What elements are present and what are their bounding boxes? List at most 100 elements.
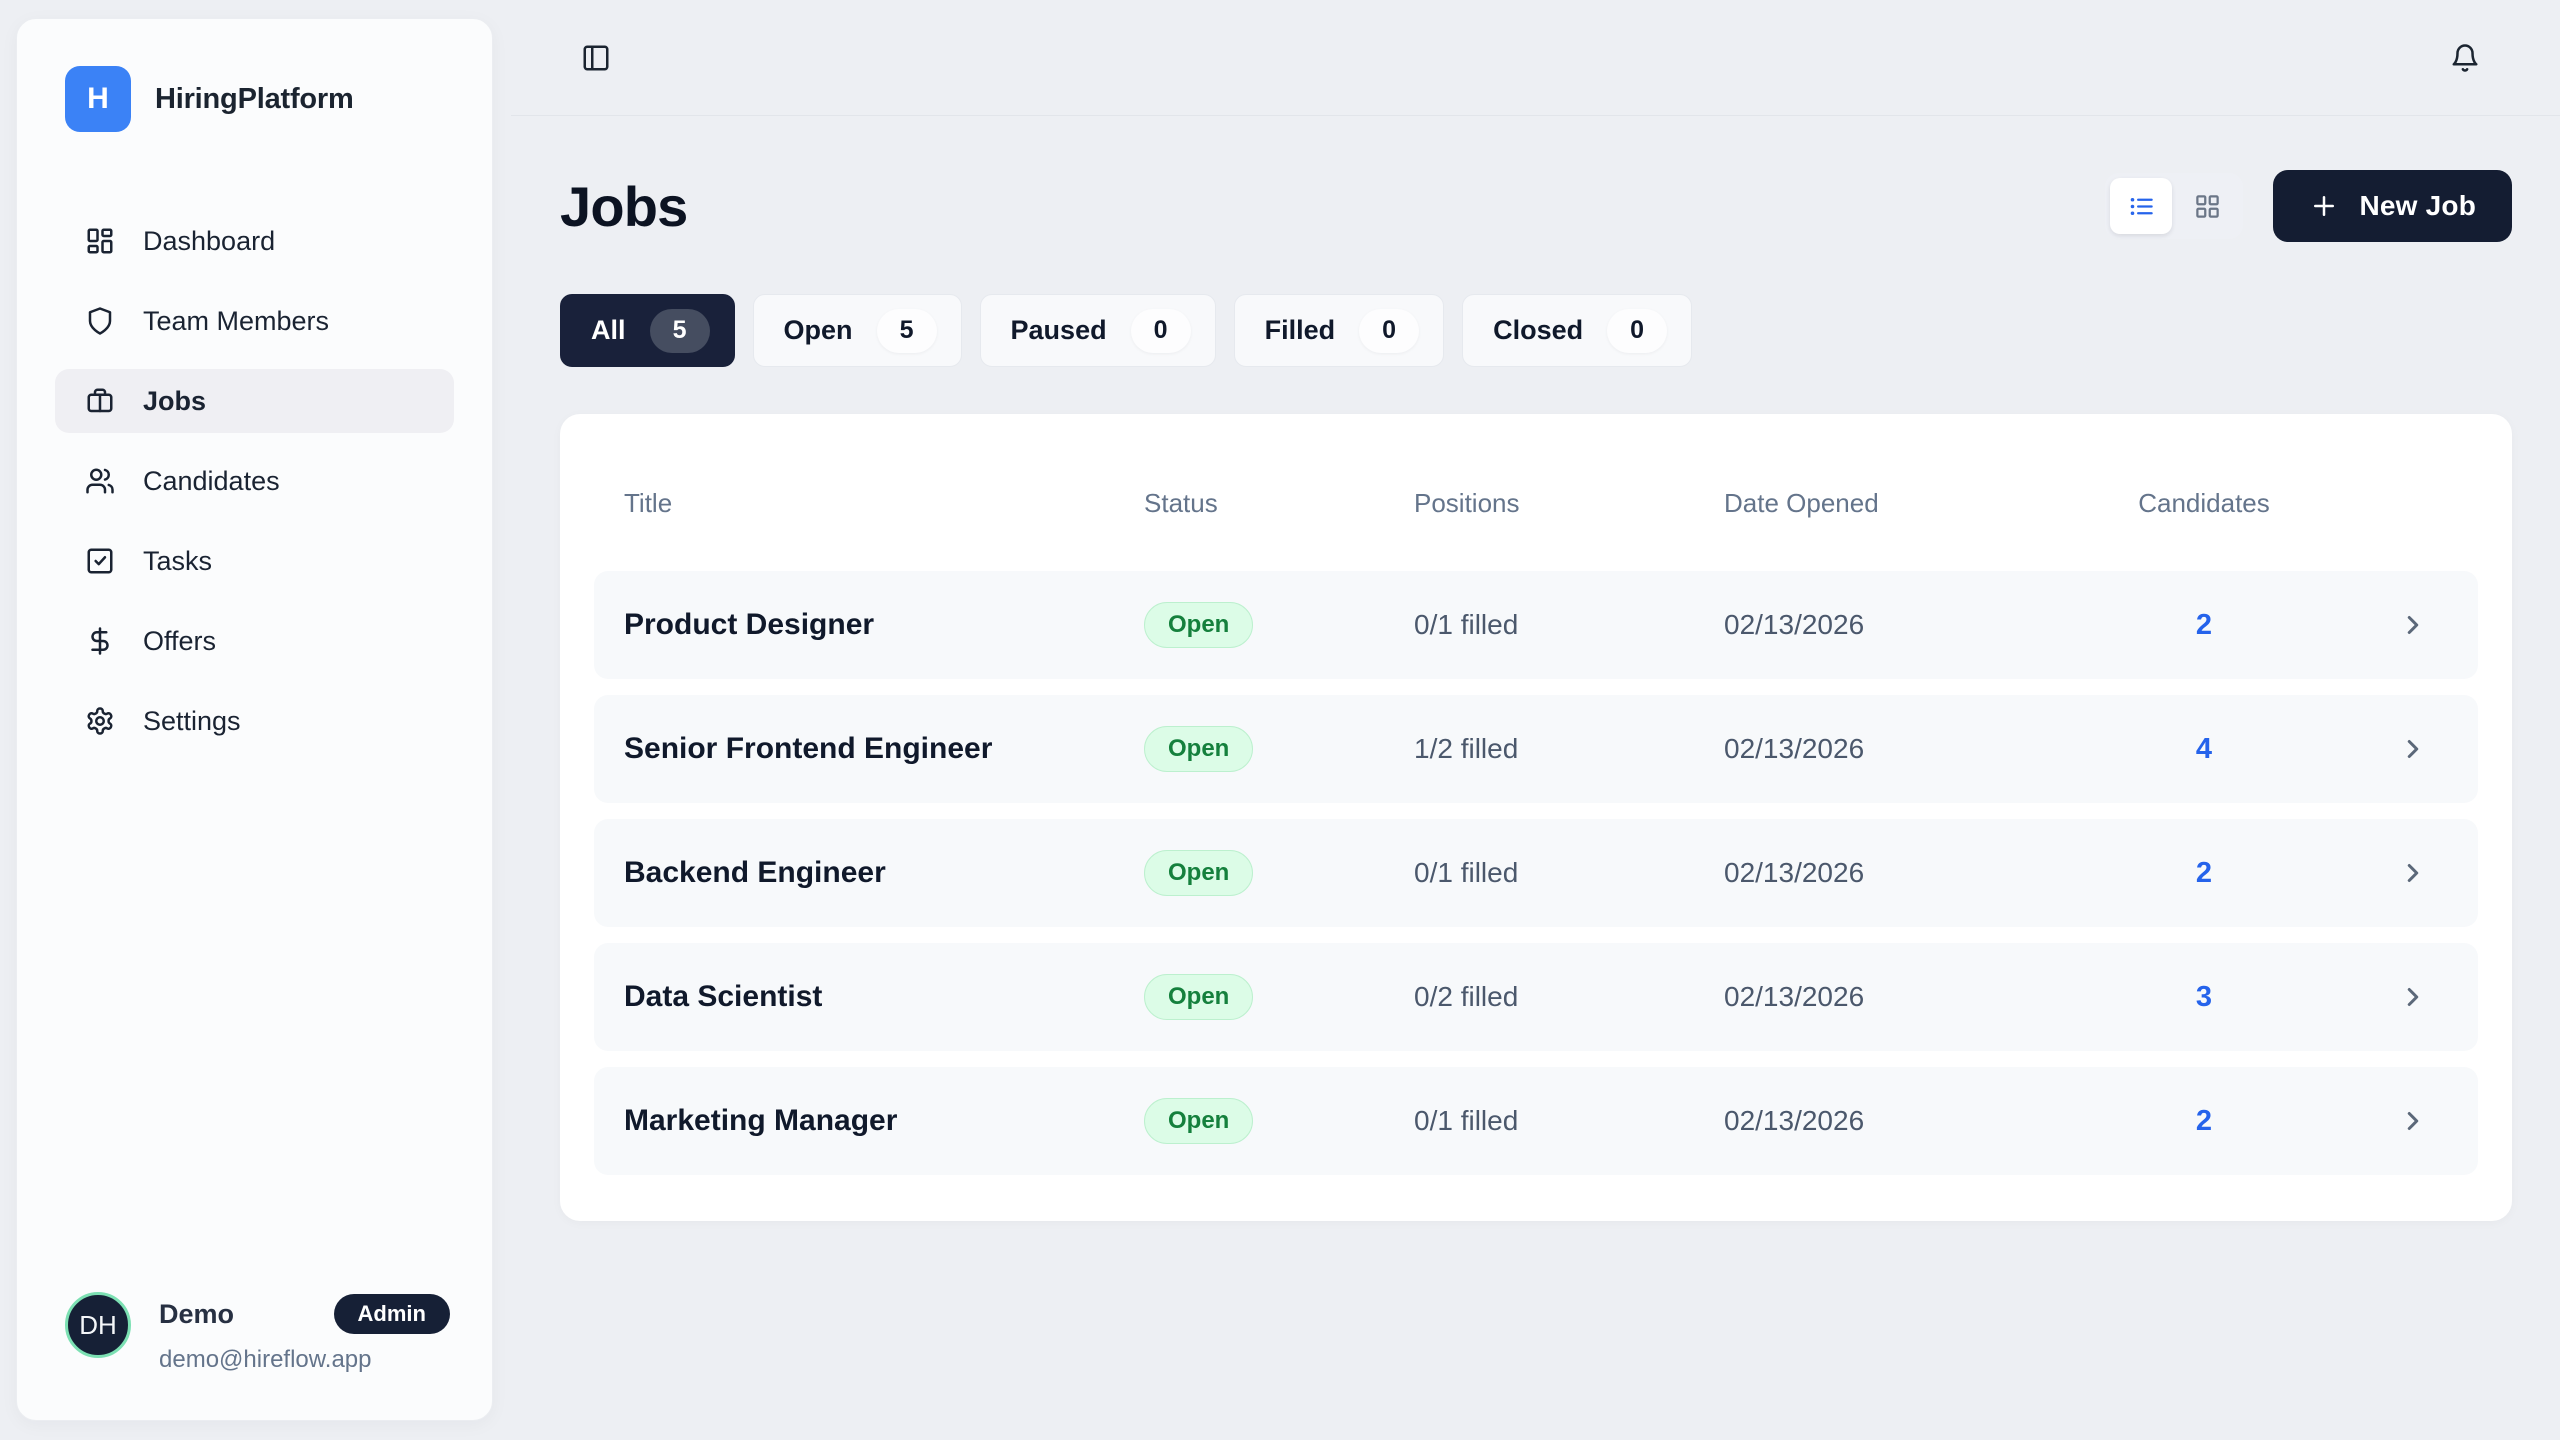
user-name: Demo: [159, 1299, 234, 1330]
status-badge: Open: [1144, 974, 1253, 1020]
job-title: Backend Engineer: [624, 856, 1144, 890]
sidebar-item-candidates[interactable]: Candidates: [55, 449, 454, 513]
candidates-count: 4: [2124, 733, 2284, 766]
job-title: Product Designer: [624, 608, 1144, 642]
grid-view-icon: [2194, 193, 2221, 220]
filter-tabs: All 5 Open 5 Paused 0 Filled 0 Closed 0: [560, 294, 2512, 367]
chevron-right-icon: [2398, 734, 2428, 764]
chevron-right-icon: [2398, 610, 2428, 640]
table-row[interactable]: Marketing Manager Open 0/1 filled 02/13/…: [594, 1067, 2478, 1175]
candidates-count: 2: [2124, 609, 2284, 642]
status-badge: Open: [1144, 602, 1253, 648]
chevron-right-icon: [2398, 1106, 2428, 1136]
candidates-count: 2: [2124, 857, 2284, 890]
table-header-row: Title Status Positions Date Opened Candi…: [594, 488, 2478, 519]
sidebar: H HiringPlatform Dashboard Team Members …: [16, 18, 493, 1421]
chevron-right-icon: [2398, 858, 2428, 888]
sidebar-item-label: Dashboard: [143, 226, 275, 257]
column-header-positions: Positions: [1414, 488, 1724, 519]
avatar: DH: [65, 1292, 131, 1358]
date-opened-cell: 02/13/2026: [1724, 857, 2124, 889]
new-job-label: New Job: [2359, 190, 2476, 222]
filter-label: Closed: [1493, 315, 1583, 346]
grid-view-button[interactable]: [2176, 178, 2238, 234]
filter-label: Filled: [1265, 315, 1336, 346]
notifications-button[interactable]: [2444, 37, 2486, 79]
column-header-title: Title: [624, 488, 1144, 519]
filter-tab-all[interactable]: All 5: [560, 294, 735, 367]
main-area: Jobs New Job All 5: [511, 0, 2560, 1440]
square-check-icon: [85, 546, 115, 576]
candidates-count: 2: [2124, 1105, 2284, 1138]
list-view-button[interactable]: [2110, 178, 2172, 234]
plus-icon: [2309, 191, 2339, 221]
candidates-count: 3: [2124, 981, 2284, 1014]
positions-cell: 0/1 filled: [1414, 1105, 1724, 1137]
brand: H HiringPlatform: [17, 61, 492, 137]
filter-tab-filled[interactable]: Filled 0: [1234, 294, 1445, 367]
filter-label: Paused: [1011, 315, 1107, 346]
sidebar-nav: Dashboard Team Members Jobs Candidates T…: [17, 209, 492, 753]
date-opened-cell: 02/13/2026: [1724, 1105, 2124, 1137]
filter-tab-open[interactable]: Open 5: [753, 294, 962, 367]
sidebar-item-label: Candidates: [143, 466, 280, 497]
user-section[interactable]: DH Demo Admin demo@hireflow.app: [65, 1292, 450, 1374]
bell-icon: [2450, 43, 2480, 73]
page-title: Jobs: [560, 174, 688, 239]
gear-icon: [85, 706, 115, 736]
column-header-candidates: Candidates: [2124, 488, 2284, 519]
table-row[interactable]: Data Scientist Open 0/2 filled 02/13/202…: [594, 943, 2478, 1051]
shield-icon: [85, 306, 115, 336]
filter-tab-closed[interactable]: Closed 0: [1462, 294, 1692, 367]
sidebar-toggle-button[interactable]: [575, 37, 617, 79]
table-row[interactable]: Senior Frontend Engineer Open 1/2 filled…: [594, 695, 2478, 803]
sidebar-item-label: Jobs: [143, 386, 206, 417]
sidebar-item-label: Offers: [143, 626, 216, 657]
status-badge: Open: [1144, 1098, 1253, 1144]
users-icon: [85, 466, 115, 496]
sidebar-item-label: Tasks: [143, 546, 212, 577]
app-logo: H: [65, 66, 131, 132]
positions-cell: 0/1 filled: [1414, 857, 1724, 889]
app-name: HiringPlatform: [155, 83, 354, 116]
filter-count-badge: 5: [877, 309, 937, 353]
positions-cell: 1/2 filled: [1414, 733, 1724, 765]
positions-cell: 0/1 filled: [1414, 609, 1724, 641]
positions-cell: 0/2 filled: [1414, 981, 1724, 1013]
list-view-icon: [2128, 193, 2155, 220]
date-opened-cell: 02/13/2026: [1724, 609, 2124, 641]
filter-count-badge: 5: [650, 309, 710, 353]
job-title: Data Scientist: [624, 980, 1144, 1014]
briefcase-icon: [85, 386, 115, 416]
filter-tab-paused[interactable]: Paused 0: [980, 294, 1216, 367]
job-title: Marketing Manager: [624, 1104, 1144, 1138]
dashboard-icon: [85, 226, 115, 256]
job-title: Senior Frontend Engineer: [624, 732, 1144, 766]
panel-left-icon: [581, 43, 611, 73]
sidebar-item-label: Team Members: [143, 306, 329, 337]
column-header-date-opened: Date Opened: [1724, 488, 2124, 519]
sidebar-item-team-members[interactable]: Team Members: [55, 289, 454, 353]
view-toggle: [2105, 173, 2243, 239]
status-badge: Open: [1144, 726, 1253, 772]
chevron-right-icon: [2398, 982, 2428, 1012]
filter-count-badge: 0: [1131, 309, 1191, 353]
sidebar-item-offers[interactable]: Offers: [55, 609, 454, 673]
user-info: Demo Admin demo@hireflow.app: [159, 1292, 450, 1374]
table-row[interactable]: Backend Engineer Open 0/1 filled 02/13/2…: [594, 819, 2478, 927]
role-badge: Admin: [334, 1294, 450, 1334]
table-row[interactable]: Product Designer Open 0/1 filled 02/13/2…: [594, 571, 2478, 679]
date-opened-cell: 02/13/2026: [1724, 733, 2124, 765]
column-header-status: Status: [1144, 488, 1414, 519]
date-opened-cell: 02/13/2026: [1724, 981, 2124, 1013]
sidebar-item-tasks[interactable]: Tasks: [55, 529, 454, 593]
filter-label: Open: [784, 315, 853, 346]
filter-label: All: [591, 315, 626, 346]
filter-count-badge: 0: [1359, 309, 1419, 353]
sidebar-item-dashboard[interactable]: Dashboard: [55, 209, 454, 273]
sidebar-item-jobs[interactable]: Jobs: [55, 369, 454, 433]
sidebar-item-settings[interactable]: Settings: [55, 689, 454, 753]
new-job-button[interactable]: New Job: [2273, 170, 2512, 242]
filter-count-badge: 0: [1607, 309, 1667, 353]
topbar: [511, 0, 2560, 116]
